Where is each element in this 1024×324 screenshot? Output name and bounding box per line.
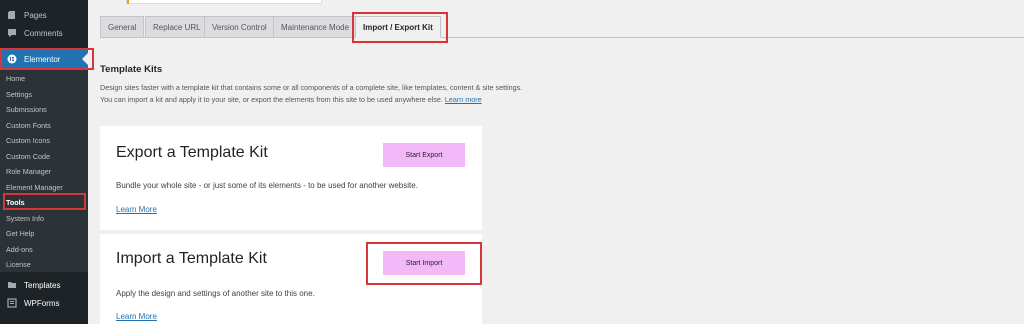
sidebar-item-label: WPForms (24, 298, 60, 308)
learn-more-link[interactable]: Learn more (445, 95, 482, 104)
tab-version-control[interactable]: Version Control (204, 16, 275, 38)
submenu-item-system-info[interactable]: System Info (6, 214, 44, 223)
tab-general[interactable]: General (100, 16, 145, 38)
submenu-item-submissions[interactable]: Submissions (6, 105, 47, 114)
section-description-line-1: Design sites faster with a template kit … (100, 83, 523, 92)
export-card-text: Bundle your whole site - or just some of… (116, 181, 418, 190)
sidebar-item-comments[interactable]: Comments (0, 26, 88, 40)
start-import-button[interactable]: Start Import (383, 251, 465, 275)
sidebar-item-templates[interactable]: Templates (0, 278, 88, 292)
import-learn-more-link[interactable]: Learn More (116, 312, 157, 321)
section-title: Template Kits (100, 64, 163, 75)
submenu-item-element-manager[interactable]: Element Manager (6, 183, 63, 192)
export-learn-more-link[interactable]: Learn More (116, 205, 157, 214)
export-kit-card: Export a Template Kit Start Export Bundl… (100, 126, 482, 230)
comments-icon (6, 27, 18, 39)
sidebar-item-label: Comments (24, 28, 63, 38)
sidebar-item-label: Elementor (24, 54, 61, 64)
import-card-text: Apply the design and settings of another… (116, 289, 315, 298)
submenu-item-add-ons[interactable]: Add-ons (6, 245, 33, 254)
folder-icon (6, 279, 18, 291)
tab-maintenance-mode[interactable]: Maintenance Mode (273, 16, 358, 38)
import-card-title: Import a Template Kit (116, 250, 267, 267)
sidebar-item-label: Templates (24, 280, 61, 290)
submenu-item-home[interactable]: Home (6, 74, 25, 83)
submenu-item-custom-code[interactable]: Custom Code (6, 152, 50, 161)
submenu-item-get-help[interactable]: Get Help (6, 229, 34, 238)
submenu-item-settings[interactable]: Settings (6, 90, 32, 99)
sidebar-item-pages[interactable]: Pages (0, 8, 88, 22)
tab-replace-url[interactable]: Replace URL (145, 16, 209, 38)
sidebar-item-wpforms[interactable]: WPForms (0, 296, 88, 310)
sidebar-item-elementor[interactable]: Elementor (0, 49, 88, 69)
submenu-item-role-manager[interactable]: Role Manager (6, 167, 51, 176)
section-description-line-2: You can import a kit and apply it to you… (100, 95, 482, 104)
admin-sidebar: Pages Comments Elementor Home Settings S… (0, 0, 88, 324)
elementor-submenu: Home Settings Submissions Custom Fonts C… (0, 70, 88, 272)
export-card-title: Export a Template Kit (116, 144, 268, 161)
tab-import-export-kit[interactable]: Import / Export Kit (355, 16, 441, 38)
elementor-icon (6, 53, 18, 65)
submenu-item-custom-icons[interactable]: Custom Icons (6, 136, 50, 145)
start-export-button[interactable]: Start Export (383, 143, 465, 167)
wpforms-icon (6, 297, 18, 309)
submenu-item-tools[interactable]: Tools (6, 198, 25, 207)
sidebar-item-label: Pages (24, 10, 47, 20)
pages-icon (6, 9, 18, 21)
active-menu-arrow (82, 53, 88, 65)
submenu-item-license[interactable]: License (6, 260, 31, 269)
import-kit-card: Import a Template Kit Start Import Apply… (100, 234, 482, 324)
top-field-edge (126, 0, 322, 4)
submenu-item-custom-fonts[interactable]: Custom Fonts (6, 121, 51, 130)
section-description-text: You can import a kit and apply it to you… (100, 95, 443, 104)
